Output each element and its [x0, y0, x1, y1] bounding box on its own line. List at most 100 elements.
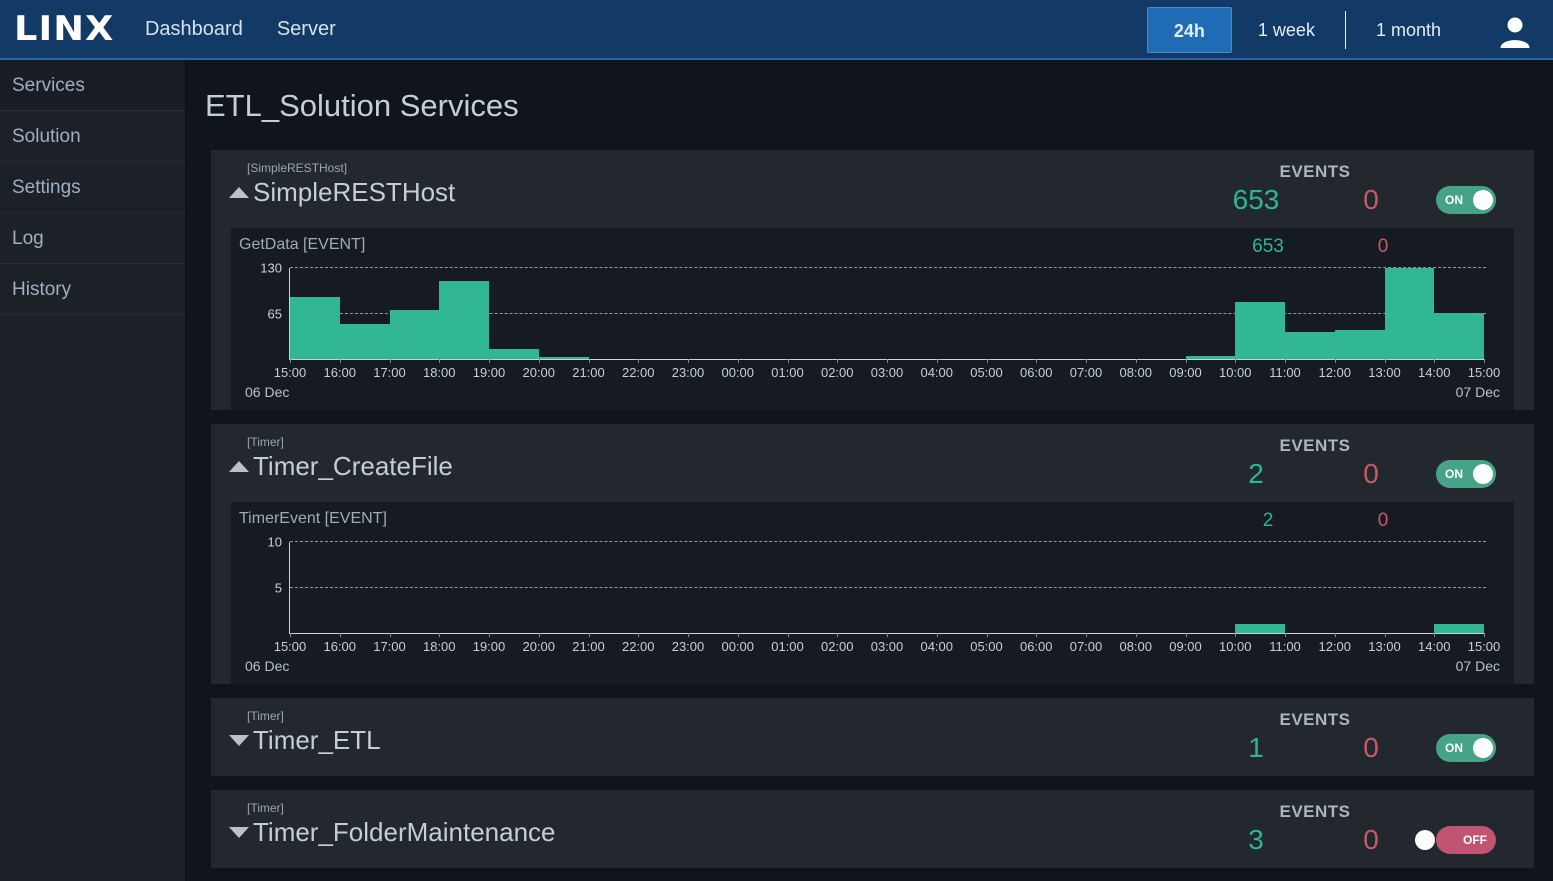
x-axis-tick [538, 633, 540, 637]
x-axis-tick-label: 18:00 [422, 639, 456, 654]
nav-item-dashboard[interactable]: Dashboard [145, 18, 243, 41]
chart-bar [1334, 329, 1385, 359]
events-label: EVENTS [1279, 802, 1351, 821]
x-axis-tick-label: 04:00 [920, 365, 954, 380]
service-card-header: [Timer] Timer_ETL EVENTS 1 0 ON [211, 698, 1534, 776]
x-axis-tick [787, 359, 789, 363]
x-axis-tick-label: 12:00 [1318, 365, 1352, 380]
x-axis-tick [1384, 633, 1386, 637]
chart-error-count: 0 [1377, 236, 1389, 257]
x-axis-tick-label: 23:00 [671, 639, 705, 654]
x-axis-tick [737, 633, 739, 637]
x-axis-tick [1285, 359, 1286, 363]
range-button-1week[interactable]: 1 week [1232, 7, 1341, 53]
x-axis-tick-label: 01:00 [771, 639, 804, 654]
chart-bar [1185, 355, 1236, 359]
x-axis-tick [290, 633, 291, 637]
toggle-knob-icon [1473, 464, 1493, 484]
x-axis-tick [986, 633, 988, 637]
service-card: [Timer] Timer_ETL EVENTS 1 0 ON [211, 698, 1534, 776]
x-axis-tick [489, 633, 490, 637]
service-power-toggle[interactable]: ON [1436, 734, 1496, 762]
service-card: [Timer] Timer_CreateFile EVENTS 2 0 ON TimerEv… [211, 424, 1534, 684]
service-name: Timer_CreateFile [253, 451, 453, 481]
x-axis-tick-label: 10:00 [1218, 365, 1252, 380]
service-events-block: EVENTS 1 0 ON [1196, 710, 1516, 764]
events-ok-count: 3 [1248, 824, 1264, 855]
caret-up-icon[interactable] [229, 461, 249, 472]
chart-end-date: 07 Dec [1455, 384, 1500, 400]
x-axis-tick [439, 633, 441, 637]
x-axis-tick [638, 359, 640, 363]
x-axis-tick [1484, 359, 1485, 363]
service-card-header: [Timer] Timer_FolderMaintenance EVENTS 3 0 OF… [211, 790, 1534, 868]
x-axis-tick-label: 08:00 [1119, 639, 1153, 654]
events-error-count: 0 [1363, 184, 1379, 215]
x-axis-tick [339, 633, 341, 637]
x-axis-tick [986, 359, 988, 363]
x-axis-tick-label: 18:00 [422, 365, 456, 380]
x-axis-tick [588, 359, 590, 363]
x-axis-tick-label: 22:00 [621, 365, 655, 380]
x-axis-tick-label: 09:00 [1169, 639, 1202, 654]
caret-down-icon[interactable] [229, 827, 249, 838]
x-axis-tick-label: 00:00 [721, 639, 755, 654]
chart-gridline: 130 [260, 261, 1486, 276]
chart-bar [1434, 312, 1484, 359]
events-label: EVENTS [1279, 436, 1351, 455]
x-axis-tick [638, 633, 640, 637]
chart-bar [1235, 301, 1285, 359]
service-card-list: [SimpleRESTHost] SimpleRESTHost EVENTS 653 0… [186, 150, 1553, 868]
chart-gridline: 5 [275, 580, 1486, 595]
x-axis-tick [1334, 359, 1336, 363]
caret-down-icon[interactable] [229, 735, 249, 746]
sidebar-item-history[interactable]: History [0, 264, 185, 315]
toggle-knob-icon [1473, 738, 1493, 758]
x-axis-tick [1185, 633, 1187, 637]
sidebar-item-solution[interactable]: Solution [0, 111, 185, 162]
x-axis-tick-label: 20:00 [522, 365, 556, 380]
sidebar-item-settings[interactable]: Settings [0, 162, 185, 213]
chart-title: GetData [EVENT] [239, 236, 366, 253]
service-power-toggle[interactable]: OFF [1415, 826, 1496, 854]
chart-bar [538, 356, 589, 359]
x-axis-tick [1384, 359, 1386, 363]
x-axis-tick-label: 19:00 [472, 365, 506, 380]
x-axis-tick [688, 359, 689, 363]
range-button-1month[interactable]: 1 month [1350, 7, 1467, 53]
chart-title: TimerEvent [EVENT] [239, 510, 387, 527]
events-error-count: 0 [1363, 824, 1379, 855]
x-axis-tick [787, 633, 789, 637]
x-axis-tick-label: 07:00 [1069, 639, 1103, 654]
service-card: [SimpleRESTHost] SimpleRESTHost EVENTS 653 0… [211, 150, 1534, 410]
x-axis-tick [1185, 359, 1187, 363]
x-axis-tick-label: 16:00 [323, 639, 357, 654]
nav-item-server[interactable]: Server [277, 18, 336, 41]
toggle-state-label: ON [1445, 193, 1463, 207]
caret-up-icon[interactable] [229, 187, 249, 198]
chart-ok-count: 2 [1262, 510, 1274, 531]
x-axis-tick [1434, 633, 1436, 637]
x-axis-tick [389, 359, 391, 363]
chart-header: TimerEvent [EVENT] 2 0 [231, 510, 1514, 534]
x-axis-tick-label: 02:00 [820, 639, 854, 654]
chart-events-counts: 653 0 [1208, 236, 1438, 258]
service-power-toggle[interactable]: ON [1436, 460, 1496, 488]
chart-error-count: 0 [1377, 510, 1389, 531]
service-name: SimpleRESTHost [253, 177, 456, 207]
x-axis-tick-label: 21:00 [572, 639, 605, 654]
x-axis-tick [1334, 633, 1336, 637]
range-button-24h[interactable]: 24h [1146, 7, 1232, 53]
x-axis-tick [936, 359, 938, 363]
service-name: Timer_ETL [253, 725, 381, 755]
sidebar-item-log[interactable]: Log [0, 213, 185, 264]
user-avatar-icon[interactable] [1495, 12, 1535, 52]
x-axis-tick [1285, 633, 1286, 637]
x-axis-tick-label: 06:00 [1019, 639, 1053, 654]
events-ok-count: 1 [1248, 732, 1264, 763]
sidebar-item-services[interactable]: Services [0, 60, 185, 111]
service-power-toggle[interactable]: ON [1436, 186, 1496, 214]
toggle-knob-icon [1473, 190, 1493, 210]
chart-bar [439, 280, 489, 359]
x-axis-tick-label: 13:00 [1368, 365, 1401, 380]
